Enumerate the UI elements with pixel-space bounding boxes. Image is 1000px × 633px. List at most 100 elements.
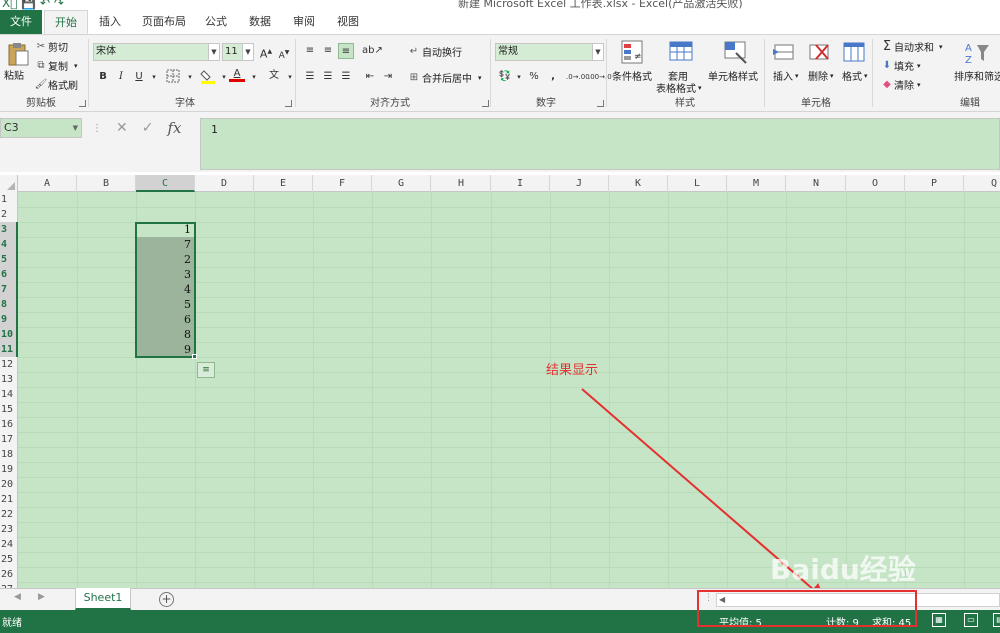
wrap-text-button[interactable]: ↵ 自动换行 (406, 44, 462, 59)
row-header[interactable]: 1 (0, 192, 18, 207)
align-right-icon[interactable]: ☰ (338, 69, 354, 85)
format-as-table-icon[interactable] (667, 39, 695, 67)
quick-analysis-icon[interactable]: ≡ (197, 362, 215, 378)
sort-filter-button[interactable]: 排序和筛选 (954, 68, 1000, 83)
row-header[interactable]: 2 (0, 207, 18, 222)
row-header[interactable]: 12 (0, 357, 18, 372)
align-top-icon[interactable]: ≡ (302, 43, 318, 59)
format-button[interactable]: 格式 ▾ (842, 68, 868, 84)
worksheet-grid[interactable]: ABCDEFGHIJKLMNOPQ 1 2 3 4 5 6 7 8 9 10 11 12 13 14 15 1… (0, 175, 1000, 588)
row-header[interactable]: 8 (0, 297, 18, 312)
column-header[interactable]: O (846, 175, 905, 192)
fill-color-icon[interactable] (200, 68, 216, 84)
column-header[interactable]: M (727, 175, 786, 192)
tab-view[interactable]: 视图 (330, 10, 366, 34)
conditional-format-button[interactable]: 条件格式 (612, 68, 652, 83)
font-name-select[interactable]: 宋体 ▼ (93, 43, 220, 61)
row-header[interactable]: 4 (0, 237, 18, 252)
delete-button[interactable]: 删除 ▾ (808, 68, 834, 84)
fill-handle[interactable] (192, 354, 197, 359)
align-left-icon[interactable]: ☰ (302, 69, 318, 85)
orientation-icon[interactable]: ab↗ (362, 43, 383, 59)
merge-center-button[interactable]: ⊞ 合并后居中 ▾ (406, 70, 482, 85)
name-box[interactable]: C3 ▼ (0, 118, 82, 138)
clear-button[interactable]: ◆ 清除 ▾ (880, 77, 920, 92)
column-header[interactable]: D (195, 175, 254, 192)
insert-function-icon[interactable]: fx (167, 119, 181, 137)
chevron-down-icon[interactable]: ▾ (146, 69, 162, 85)
row-header[interactable]: 23 (0, 522, 18, 537)
sheet-tab-sheet1[interactable]: Sheet1 (75, 588, 131, 610)
format-cells-icon[interactable] (840, 39, 868, 67)
align-center-icon[interactable]: ☰ (320, 69, 336, 85)
chevron-down-icon[interactable]: ▾ (182, 69, 198, 85)
insert-button[interactable]: 插入 ▾ (773, 68, 799, 84)
row-header[interactable]: 17 (0, 432, 18, 447)
page-layout-view-icon[interactable]: ▭ (964, 613, 978, 627)
row-header[interactable]: 20 (0, 477, 18, 492)
column-header[interactable]: I (491, 175, 550, 192)
page-break-view-icon[interactable]: ▤ (993, 613, 1000, 627)
column-header[interactable]: P (905, 175, 964, 192)
tab-insert[interactable]: 插入 (92, 10, 128, 34)
row-header[interactable]: 11 (0, 342, 18, 357)
column-header[interactable]: B (77, 175, 136, 192)
select-all-button[interactable] (0, 175, 18, 192)
row-header[interactable]: 18 (0, 447, 18, 462)
formula-more-icon[interactable]: ⋮ (92, 123, 102, 134)
paste-button[interactable]: 粘贴 (4, 67, 24, 82)
cell-styles-button[interactable]: 单元格样式 (708, 68, 758, 83)
number-format-select[interactable]: 常规 ▼ (495, 43, 604, 61)
copy-button[interactable]: ⧉ 复制 ▾ (34, 58, 77, 73)
row-header[interactable]: 16 (0, 417, 18, 432)
sort-filter-icon[interactable]: AZ (962, 39, 990, 67)
tab-data[interactable]: 数据 (242, 10, 278, 34)
row-header[interactable]: 7 (0, 282, 18, 297)
column-header[interactable]: C (136, 175, 195, 192)
chevron-down-icon[interactable]: ▾ (246, 69, 262, 85)
prev-sheet-icon[interactable]: ◀ (14, 592, 21, 602)
row-header[interactable]: 15 (0, 402, 18, 417)
row-header[interactable]: 19 (0, 462, 18, 477)
column-header[interactable]: Q (965, 175, 1000, 192)
align-bottom-icon[interactable]: ≡ (338, 43, 354, 59)
decrease-decimal-button[interactable]: .00→.0 (588, 69, 612, 85)
enter-icon[interactable]: ✓ (142, 120, 154, 136)
underline-button[interactable]: U (131, 69, 147, 85)
row-header[interactable]: 13 (0, 372, 18, 387)
row-header[interactable]: 6 (0, 267, 18, 282)
column-header[interactable]: G (372, 175, 431, 192)
tab-file[interactable]: 文件 (0, 10, 42, 34)
row-header[interactable]: 22 (0, 507, 18, 522)
normal-view-icon[interactable]: ▦ (932, 613, 946, 627)
grow-font-button[interactable]: A▲ (258, 44, 274, 61)
column-header[interactable]: H (432, 175, 491, 192)
row-header[interactable]: 24 (0, 537, 18, 552)
delete-cells-icon[interactable] (806, 39, 834, 67)
formula-input[interactable]: 1 (200, 118, 1000, 170)
tab-review[interactable]: 审阅 (286, 10, 322, 34)
cell-styles-icon[interactable] (722, 39, 750, 67)
clipboard-launcher-icon[interactable] (79, 100, 86, 107)
column-header[interactable]: N (787, 175, 846, 192)
font-launcher-icon[interactable] (285, 100, 292, 107)
cancel-icon[interactable]: ✕ (116, 120, 128, 136)
column-header[interactable]: J (550, 175, 609, 192)
add-sheet-icon[interactable]: + (159, 592, 174, 607)
row-header[interactable]: 14 (0, 387, 18, 402)
format-as-table-label-2[interactable]: 表格格式 ▾ (656, 80, 702, 96)
border-icon[interactable] (165, 69, 181, 85)
increase-indent-icon[interactable]: ⇥ (380, 69, 396, 85)
insert-cells-icon[interactable] (771, 39, 799, 67)
alignment-launcher-icon[interactable] (482, 100, 489, 107)
column-header[interactable]: L (668, 175, 727, 192)
row-header[interactable]: 9 (0, 312, 18, 327)
tab-page-layout[interactable]: 页面布局 (138, 10, 190, 34)
font-color-icon[interactable]: A (229, 68, 245, 84)
conditional-format-icon[interactable]: ≠ (619, 39, 647, 67)
column-header[interactable]: F (313, 175, 372, 192)
font-size-select[interactable]: 11 ▼ (222, 43, 254, 61)
column-header[interactable]: A (18, 175, 77, 192)
cut-button[interactable]: ✂ 剪切 (34, 39, 68, 54)
row-header[interactable]: 5 (0, 252, 18, 267)
